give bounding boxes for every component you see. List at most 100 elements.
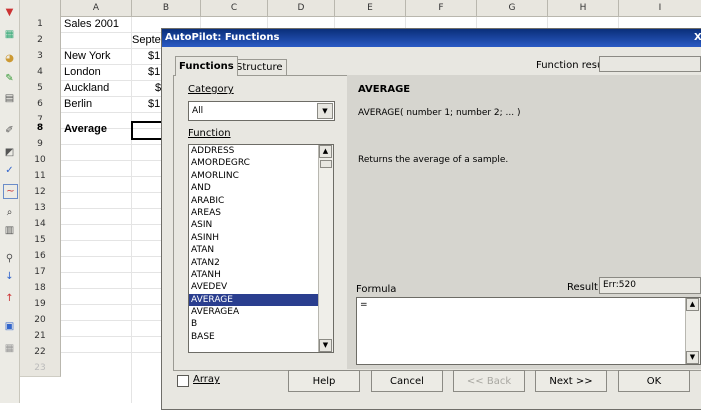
function-list-scrollbar[interactable]: ▲ ▼ bbox=[318, 145, 333, 352]
column-header-d[interactable]: D bbox=[268, 0, 335, 17]
cell-b4[interactable]: $1, bbox=[148, 64, 161, 80]
row-header[interactable]: 12 bbox=[20, 184, 61, 201]
ok-button[interactable]: OK bbox=[618, 370, 690, 392]
next-button[interactable]: Next >> bbox=[535, 370, 607, 392]
function-label: Function bbox=[188, 128, 231, 139]
row-header[interactable]: 11 bbox=[20, 168, 61, 185]
row-header[interactable]: 2 bbox=[20, 32, 61, 49]
row-header[interactable]: 10 bbox=[20, 152, 61, 169]
cell-b6[interactable]: $1, bbox=[148, 96, 161, 112]
function-label-text: Function bbox=[188, 128, 231, 139]
function-list-item[interactable]: ADDRESS bbox=[189, 145, 333, 157]
row-header[interactable]: 21 bbox=[20, 328, 61, 345]
form-icon[interactable]: ▣ bbox=[3, 320, 16, 333]
cell-a4[interactable]: London bbox=[64, 64, 130, 80]
function-list-item[interactable]: ATAN bbox=[189, 244, 333, 256]
select-all-corner[interactable] bbox=[20, 0, 61, 17]
function-list-item[interactable]: ASIN bbox=[189, 219, 333, 231]
row-header[interactable]: 14 bbox=[20, 216, 61, 233]
function-list-item[interactable]: BASE bbox=[189, 331, 333, 343]
category-select[interactable]: All ▼ bbox=[188, 101, 335, 121]
function-list[interactable]: ADDRESS AMORDEGRC AMORLINC AND ARABIC AREAS AS… bbox=[188, 144, 334, 353]
column-header-c[interactable]: C bbox=[201, 0, 268, 17]
row-header[interactable]: 22 bbox=[20, 344, 61, 361]
scroll-thumb[interactable] bbox=[320, 160, 332, 168]
dialog-title-bar[interactable]: AutoPilot: Functions X bbox=[162, 29, 701, 47]
column-header-h[interactable]: H bbox=[548, 0, 619, 17]
cancel-button[interactable]: Cancel bbox=[371, 370, 443, 392]
column-header-a[interactable]: A bbox=[61, 0, 132, 17]
insert-icon[interactable]: ▼ bbox=[3, 6, 16, 19]
datasource-icon[interactable]: ▥ bbox=[3, 224, 16, 237]
dialog-title: AutoPilot: Functions bbox=[165, 32, 280, 43]
scroll-down-icon[interactable]: ▼ bbox=[319, 339, 332, 352]
column-header-e[interactable]: E bbox=[335, 0, 406, 17]
cell-b3[interactable]: $1, bbox=[148, 48, 161, 64]
row-header[interactable]: 18 bbox=[20, 280, 61, 297]
function-list-item[interactable]: AVEDEV bbox=[189, 281, 333, 293]
row-header[interactable]: 15 bbox=[20, 232, 61, 249]
row-header[interactable]: 5 bbox=[20, 80, 61, 97]
row-header[interactable]: 20 bbox=[20, 312, 61, 329]
function-list-item[interactable]: ATAN2 bbox=[189, 257, 333, 269]
back-button[interactable]: << Back bbox=[453, 370, 525, 392]
find-icon[interactable]: ⌕ bbox=[3, 206, 16, 219]
table-icon[interactable]: ▦ bbox=[3, 342, 16, 355]
cell-a1[interactable]: Sales 2001 bbox=[64, 16, 132, 32]
draw-icon[interactable]: ✎ bbox=[3, 72, 16, 85]
row-header[interactable]: 4 bbox=[20, 64, 61, 81]
formula-scrollbar[interactable]: ▲ ▼ bbox=[685, 298, 700, 364]
sort-ascending-icon[interactable]: ↓ bbox=[3, 270, 16, 283]
function-list-item[interactable]: AVERAGE bbox=[189, 293, 333, 307]
column-header-g[interactable]: G bbox=[477, 0, 548, 17]
row-header-selected[interactable]: 8 bbox=[20, 120, 61, 137]
scroll-up-icon[interactable]: ▲ bbox=[319, 145, 332, 158]
insert-cells-icon[interactable]: ▦ bbox=[3, 28, 16, 41]
chevron-down-icon[interactable]: ▼ bbox=[317, 103, 333, 119]
autofilter-icon[interactable]: ⚲ bbox=[3, 252, 16, 265]
auto-spellcheck-icon[interactable]: ~ bbox=[3, 184, 18, 199]
function-list-item[interactable]: B bbox=[189, 318, 333, 330]
show-draw-functions-icon[interactable]: ▤ bbox=[3, 92, 16, 105]
row-header[interactable]: 19 bbox=[20, 296, 61, 313]
formula-label: Formula bbox=[356, 284, 397, 295]
cell-a8[interactable]: Average bbox=[64, 121, 130, 137]
row-header[interactable]: 1 bbox=[20, 16, 61, 33]
spellcheck-icon[interactable]: ◩ bbox=[3, 146, 16, 159]
insert-object-icon[interactable]: ◕ bbox=[3, 52, 16, 65]
function-result-field bbox=[599, 56, 701, 72]
spellcheck-abc-icon[interactable]: ✓ bbox=[3, 164, 16, 177]
sort-descending-icon[interactable]: ↑ bbox=[3, 292, 16, 305]
row-header[interactable]: 6 bbox=[20, 96, 61, 113]
function-list-item[interactable]: AREAS bbox=[189, 207, 333, 219]
column-header-b[interactable]: B bbox=[132, 0, 201, 17]
function-list-item[interactable]: AVERAGEA bbox=[189, 306, 333, 318]
close-icon[interactable]: X bbox=[694, 29, 701, 47]
tab-functions[interactable]: Functions bbox=[175, 56, 238, 76]
tab-structure[interactable]: Structure bbox=[232, 59, 287, 76]
function-list-item[interactable]: AND bbox=[189, 182, 333, 194]
function-list-item[interactable]: AMORDEGRC bbox=[189, 157, 333, 169]
function-list-item[interactable]: ARABIC bbox=[189, 195, 333, 207]
scroll-up-icon[interactable]: ▲ bbox=[686, 298, 699, 311]
function-list-item[interactable]: ATANH bbox=[189, 269, 333, 281]
formula-input[interactable]: = ▲ ▼ bbox=[356, 297, 701, 365]
help-button[interactable]: Help bbox=[288, 370, 360, 392]
scroll-down-icon[interactable]: ▼ bbox=[686, 351, 699, 364]
array-checkbox[interactable] bbox=[177, 375, 189, 387]
edit-file-icon[interactable]: ✐ bbox=[3, 124, 16, 137]
cell-a3[interactable]: New York bbox=[64, 48, 130, 64]
function-list-item[interactable]: ASINH bbox=[189, 232, 333, 244]
row-header[interactable]: 13 bbox=[20, 200, 61, 217]
cell-b2[interactable]: Septe bbox=[132, 32, 161, 48]
row-header[interactable]: 9 bbox=[20, 136, 61, 153]
row-header[interactable]: 17 bbox=[20, 264, 61, 281]
column-header-f[interactable]: F bbox=[406, 0, 477, 17]
cell-a5[interactable]: Auckland bbox=[64, 80, 130, 96]
row-header[interactable]: 23 bbox=[20, 360, 61, 377]
row-header[interactable]: 16 bbox=[20, 248, 61, 265]
column-header-i[interactable]: I bbox=[619, 0, 701, 17]
cell-a6[interactable]: Berlin bbox=[64, 96, 130, 112]
function-list-item[interactable]: AMORLINC bbox=[189, 170, 333, 182]
row-header[interactable]: 3 bbox=[20, 48, 61, 65]
